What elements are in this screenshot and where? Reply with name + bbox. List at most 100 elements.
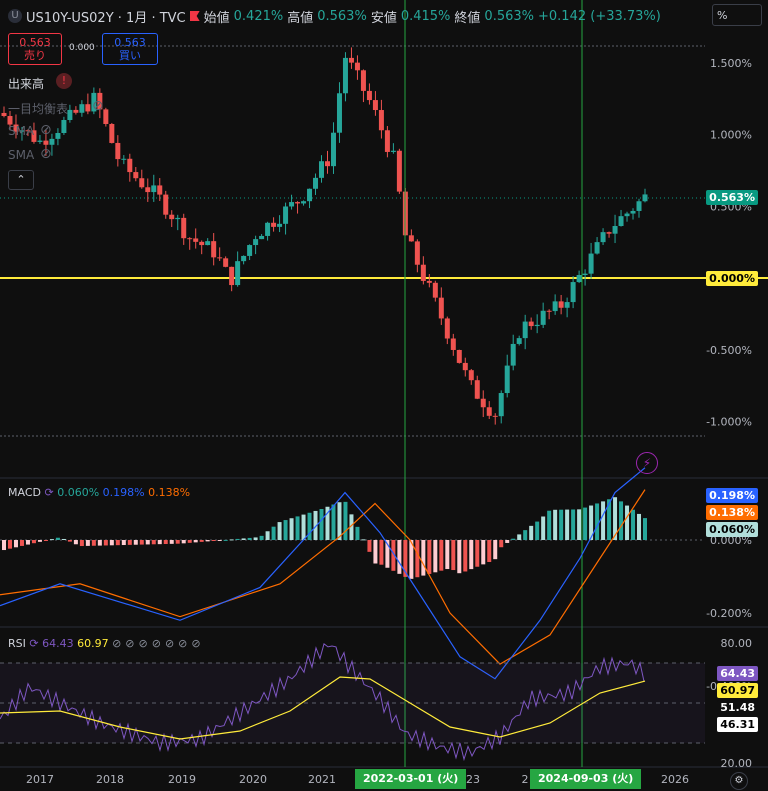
macd-histogram-bar bbox=[451, 540, 456, 571]
macd-legend[interactable]: MACD ⟳ 0.060% 0.198% 0.138% bbox=[8, 486, 190, 499]
settings-gear-icon[interactable]: ⚙ bbox=[730, 772, 748, 790]
candle-body bbox=[247, 245, 253, 256]
candle-body bbox=[67, 109, 73, 121]
candle-body bbox=[630, 210, 636, 214]
macd-histogram-bar bbox=[145, 540, 150, 545]
open-label: 始値 bbox=[203, 10, 230, 26]
candle-body bbox=[283, 206, 289, 224]
macd-histogram-bar bbox=[55, 537, 60, 540]
macd-histogram-bar bbox=[463, 540, 468, 572]
eye-hidden-icon-2[interactable]: ⊘ bbox=[40, 122, 52, 138]
symbol-title[interactable]: US10Y-US02Y · 1月 · TVC bbox=[26, 7, 186, 26]
macd-signal-value: 0.138% bbox=[148, 486, 191, 499]
candle-body bbox=[564, 302, 570, 308]
buy-button[interactable]: 0.563 買い bbox=[102, 33, 158, 65]
candle-body bbox=[109, 123, 115, 143]
volume-label[interactable]: 出来高 bbox=[8, 75, 44, 92]
time-axis-label: 2020 bbox=[239, 773, 267, 786]
macd-histogram-bar bbox=[271, 526, 276, 540]
candle-body bbox=[420, 264, 426, 281]
candle-body bbox=[600, 232, 606, 243]
candle-body bbox=[169, 214, 175, 220]
macd-histogram-bar bbox=[631, 509, 636, 540]
candle-body bbox=[594, 242, 600, 254]
collapse-chevron-icon[interactable]: ⌃ bbox=[8, 170, 34, 190]
eye-hidden-icon[interactable]: ⊘ bbox=[92, 98, 104, 114]
candle-body bbox=[115, 142, 121, 160]
candle-body bbox=[217, 257, 223, 259]
macd-histogram-bar bbox=[235, 538, 240, 540]
price-axis-tick: -1.000% bbox=[706, 416, 752, 429]
macd-histogram-bar bbox=[25, 540, 30, 545]
candle-body bbox=[253, 239, 259, 246]
candle-body bbox=[127, 158, 133, 173]
candle-body bbox=[612, 226, 618, 234]
lightning-icon[interactable]: ⚡ bbox=[636, 452, 658, 474]
refresh-icon-rsi[interactable]: ⟳ bbox=[29, 637, 38, 650]
candle-body bbox=[444, 318, 450, 339]
candle-body bbox=[330, 132, 336, 167]
macd-histogram-bar bbox=[211, 540, 216, 541]
candle-body bbox=[408, 235, 414, 242]
macd-histogram-bar bbox=[49, 539, 54, 541]
candle-body bbox=[79, 104, 85, 113]
candle-body bbox=[271, 222, 277, 227]
macd-histogram-bar bbox=[337, 502, 342, 540]
candle-body bbox=[438, 297, 444, 319]
candle-body bbox=[642, 194, 648, 202]
macd-histogram-bar bbox=[73, 540, 78, 545]
candle-body bbox=[618, 216, 624, 227]
macd-histogram-bar bbox=[13, 540, 18, 548]
rsi-ma-value: 60.97 bbox=[77, 637, 109, 650]
axis-mode-button[interactable]: % bbox=[712, 4, 762, 26]
macd-histogram-bar bbox=[103, 540, 108, 546]
candle-body bbox=[235, 261, 241, 286]
macd-histogram-bar bbox=[583, 507, 588, 540]
ichimoku-label[interactable]: 一目均衡表 bbox=[8, 100, 68, 117]
candle-body bbox=[241, 255, 247, 262]
rsi-legend[interactable]: RSI ⟳ 64.43 60.97 ⊘⊘⊘⊘⊘⊘⊘ bbox=[8, 637, 205, 650]
macd-histogram-bar bbox=[625, 505, 630, 540]
macd-histogram-bar bbox=[415, 540, 420, 578]
warning-icon[interactable]: ! bbox=[56, 73, 72, 89]
macd-histogram-bar bbox=[61, 538, 66, 540]
macd-histogram-bar bbox=[373, 540, 378, 564]
macd-histogram-bar bbox=[577, 509, 582, 540]
chart-canvas[interactable]: 1.500%1.000%0.500%0.000%-0.500%-1.000%0.… bbox=[0, 0, 768, 791]
candle-body bbox=[516, 338, 522, 344]
sell-button[interactable]: 0.563 売り bbox=[8, 33, 62, 65]
macd-histogram-bar bbox=[265, 531, 270, 540]
candle-body bbox=[289, 202, 295, 207]
macd-histogram-bar bbox=[247, 537, 252, 540]
low-label: 安値 bbox=[370, 10, 397, 26]
sma-label-1[interactable]: SMA bbox=[8, 124, 34, 138]
candle-body bbox=[205, 241, 211, 246]
candle-body bbox=[139, 178, 145, 188]
candle-body bbox=[426, 280, 432, 283]
macd-histogram-bar bbox=[319, 509, 324, 540]
macd-histogram-bar bbox=[289, 518, 294, 540]
macd-histogram-bar bbox=[547, 510, 552, 540]
candle-body bbox=[576, 275, 582, 283]
open-value: 0.421% bbox=[233, 8, 284, 24]
candle-body bbox=[384, 130, 390, 152]
refresh-icon[interactable]: ⟳ bbox=[44, 486, 53, 499]
macd-histogram-bar bbox=[85, 540, 90, 546]
candle-body bbox=[348, 57, 354, 63]
candle-body bbox=[336, 93, 342, 133]
macd-histogram-bar bbox=[469, 540, 474, 570]
rsi-axis-tick: 20.00 bbox=[721, 757, 753, 770]
macd-histogram-bar bbox=[379, 540, 384, 565]
candle-body bbox=[121, 158, 127, 160]
candle-body bbox=[522, 321, 528, 339]
macd-histogram-bar bbox=[229, 539, 234, 541]
candle-body bbox=[552, 301, 558, 312]
time-axis-label: 2019 bbox=[168, 773, 196, 786]
sma-label-2[interactable]: SMA bbox=[8, 148, 34, 162]
candle-body bbox=[372, 100, 378, 111]
macd-histogram-bar bbox=[139, 540, 144, 545]
eye-hidden-icon-3[interactable]: ⊘ bbox=[40, 146, 52, 162]
candle-body bbox=[265, 222, 271, 236]
candle-body bbox=[55, 133, 61, 139]
macd-line-value: 0.198% bbox=[102, 486, 145, 499]
